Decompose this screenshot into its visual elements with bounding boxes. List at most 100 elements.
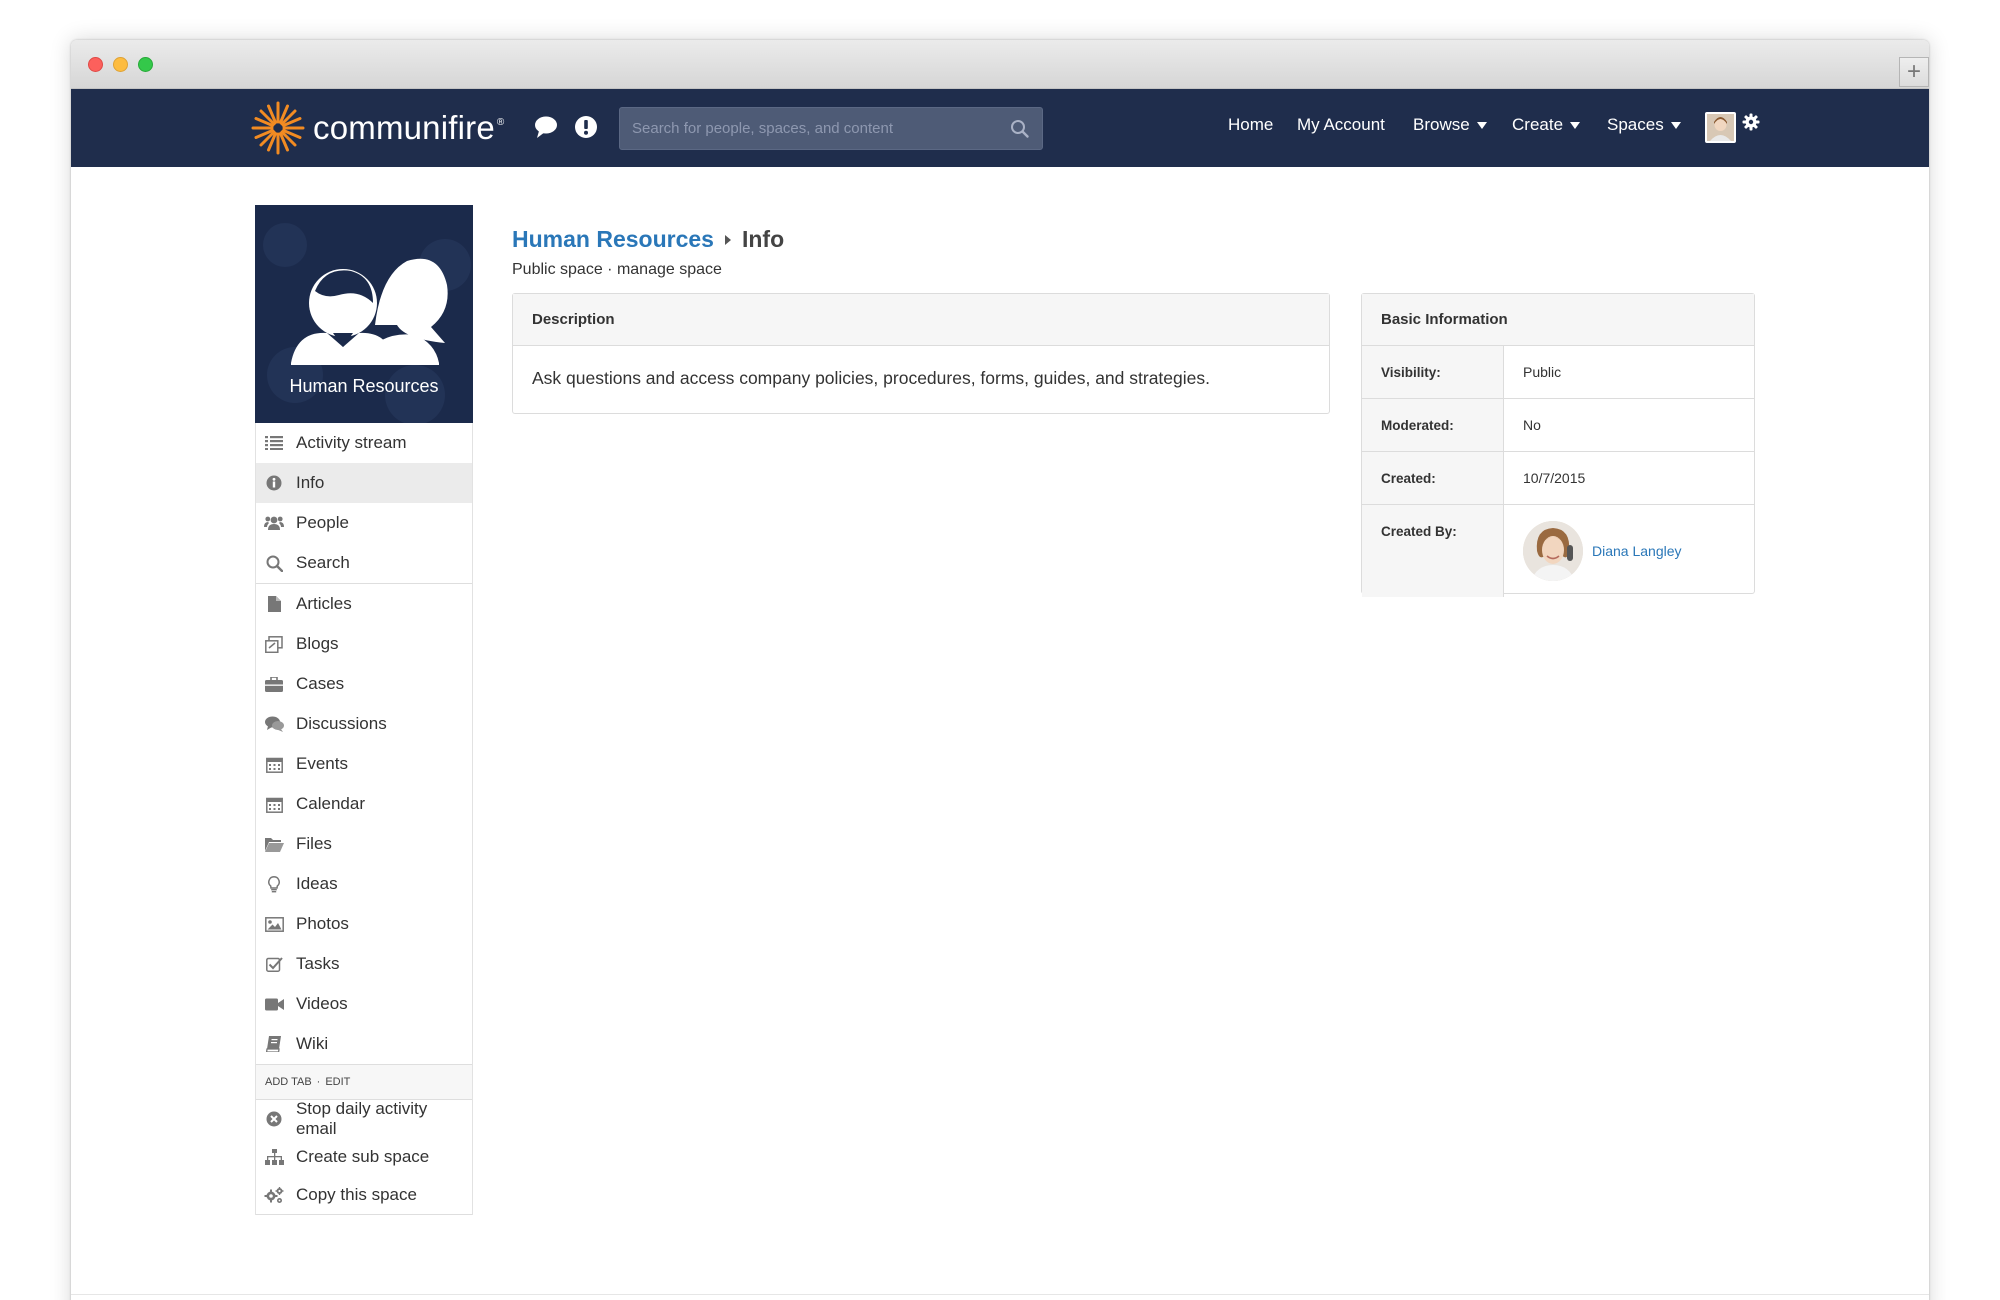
sidebar-item-label: Cases: [296, 674, 345, 693]
search-icon: [264, 553, 284, 573]
new-tab-plus-icon[interactable]: +: [1899, 57, 1929, 87]
checkbox-icon: [264, 954, 284, 974]
basic-information-heading: Basic Information: [1362, 294, 1754, 346]
info-value: Public: [1523, 364, 1562, 380]
description-heading: Description: [513, 294, 1329, 346]
sidebar-item-label: Files: [296, 834, 332, 853]
page-subtitle: Public space · manage space: [512, 261, 784, 279]
sidebar-action-label: Create sub space: [296, 1147, 430, 1166]
sidebar-item-label: Blogs: [296, 634, 339, 653]
space-tile-title: Human Resources: [289, 376, 439, 396]
video-camera-icon: [264, 994, 284, 1014]
breadcrumb-arrow-icon: [724, 234, 731, 245]
sidebar-item-info[interactable]: Info: [256, 463, 472, 503]
top-navbar: communifire ® Home My Account Browse Cre…: [71, 89, 1929, 167]
maximize-window-button[interactable]: [138, 57, 153, 72]
info-value: Diana Langley: [1504, 505, 1754, 597]
sidebar-item-label: Photos: [296, 914, 349, 933]
basic-information-panel: Basic Information Visibility: Public Mod…: [1361, 293, 1755, 597]
window-titlebar: +: [71, 40, 1929, 89]
nav-home-link[interactable]: Home: [1228, 115, 1273, 135]
sidebar-item-label: Info: [296, 473, 325, 492]
sidebar-item-ideas[interactable]: Ideas: [256, 864, 472, 904]
sidebar-item-label: Discussions: [296, 714, 387, 733]
chevron-down-icon: [1476, 122, 1487, 130]
sidebar-item-wiki[interactable]: Wiki: [256, 1024, 472, 1064]
sidebar-item-search[interactable]: Search: [256, 543, 472, 583]
info-key: Moderated:: [1362, 399, 1504, 451]
gears-icon: [264, 1185, 284, 1205]
nav-create-dropdown[interactable]: Create: [1512, 115, 1581, 135]
sidebar-item-cases[interactable]: Cases: [256, 664, 472, 704]
sidebar-item-label: Videos: [296, 994, 348, 1013]
sidebar-item-events[interactable]: Events: [256, 744, 472, 784]
page-header: Human Resources Info Public space · mana…: [512, 226, 784, 279]
sidebar-item-label: People: [296, 513, 349, 532]
minimize-window-button[interactable]: [113, 57, 128, 72]
sidebar-item-files[interactable]: Files: [256, 824, 472, 864]
page-title: Info: [741, 226, 785, 252]
calendar-icon: [264, 754, 284, 774]
chevron-down-icon: [1570, 122, 1581, 130]
sidebar-item-tasks[interactable]: Tasks: [256, 944, 472, 984]
sidebar-item-calendar[interactable]: Calendar: [256, 784, 472, 824]
lightbulb-icon: [264, 874, 284, 894]
sidebar-item-videos[interactable]: Videos: [256, 984, 472, 1024]
sitemap-icon: [264, 1147, 284, 1167]
info-row-created-by: Created By: Diana Langley: [1362, 505, 1754, 597]
nav-spaces-dropdown[interactable]: Spaces: [1607, 115, 1681, 135]
close-window-button[interactable]: [88, 57, 103, 72]
chevron-down-icon: [1670, 122, 1681, 130]
edit-tabs-link[interactable]: EDIT: [325, 1076, 350, 1088]
gear-icon[interactable]: [1742, 113, 1760, 131]
breadcrumb-space-link[interactable]: Human Resources: [512, 226, 714, 253]
sidebar-item-blogs[interactable]: Blogs: [256, 624, 472, 664]
sidebar-item-label: Ideas: [296, 874, 338, 893]
stop-daily-activity-email-button[interactable]: Stop daily activity email: [256, 1099, 472, 1138]
space-actions: Stop daily activity email Create sub spa…: [256, 1099, 472, 1215]
info-value: No: [1523, 417, 1541, 433]
sidebar-item-articles[interactable]: Articles: [256, 584, 472, 624]
nav-create-label: Create: [1512, 115, 1564, 134]
sidebar-item-photos[interactable]: Photos: [256, 904, 472, 944]
sidebar-item-discussions[interactable]: Discussions: [256, 704, 472, 744]
sidebar-item-activity-stream[interactable]: Activity stream: [256, 423, 472, 463]
sidebar-item-label: Search: [296, 553, 350, 572]
add-tab-link[interactable]: ADD TAB: [265, 1076, 312, 1088]
info-circle-icon: [264, 473, 284, 493]
book-icon: [264, 1034, 284, 1054]
briefcase-icon: [264, 674, 284, 694]
info-key: Created:: [1362, 452, 1504, 504]
comments-icon: [264, 714, 284, 734]
sidebar-item-label: Activity stream: [296, 433, 407, 452]
sidebar-item-label: Calendar: [296, 794, 365, 813]
subtitle-separator: ·: [607, 261, 613, 278]
document-icon: [264, 594, 284, 614]
space-type-label: Public space: [512, 261, 603, 278]
nav-browse-dropdown[interactable]: Browse: [1413, 115, 1487, 135]
sidebar-item-people[interactable]: People: [256, 503, 472, 543]
nav-browse-label: Browse: [1413, 115, 1470, 134]
info-key: Visibility:: [1362, 346, 1504, 398]
sidebar-item-label: Events: [296, 754, 348, 773]
space-sidebar: Human Resources Activity stream Info Peo…: [255, 205, 473, 1215]
space-menu: Activity stream Info People Search Artic…: [255, 423, 473, 1215]
user-avatar[interactable]: [1705, 112, 1736, 143]
calendar-icon: [264, 794, 284, 814]
creator-name-link[interactable]: Diana Langley: [1592, 543, 1682, 559]
nav-my-account-link[interactable]: My Account: [1297, 115, 1385, 135]
sidebar-item-label: Tasks: [296, 954, 340, 973]
create-sub-space-button[interactable]: Create sub space: [256, 1138, 472, 1176]
manage-space-link[interactable]: manage space: [617, 261, 722, 278]
info-key: Created By:: [1362, 505, 1504, 597]
browser-window: + communifire ® Search for people, space…: [71, 40, 1929, 1300]
sidebar-item-label: Wiki: [296, 1034, 329, 1053]
creator-avatar[interactable]: [1523, 521, 1583, 581]
copy-this-space-button[interactable]: Copy this space: [256, 1176, 472, 1214]
sidebar-tab-controls: ADD TAB · EDIT: [256, 1064, 472, 1100]
info-value: 10/7/2015: [1523, 470, 1586, 486]
blog-icon: [264, 634, 284, 654]
space-tile[interactable]: Human Resources: [255, 205, 473, 423]
main-nav-links: Home My Account Browse Create Spaces: [71, 89, 1929, 167]
close-circle-icon: [264, 1109, 284, 1129]
